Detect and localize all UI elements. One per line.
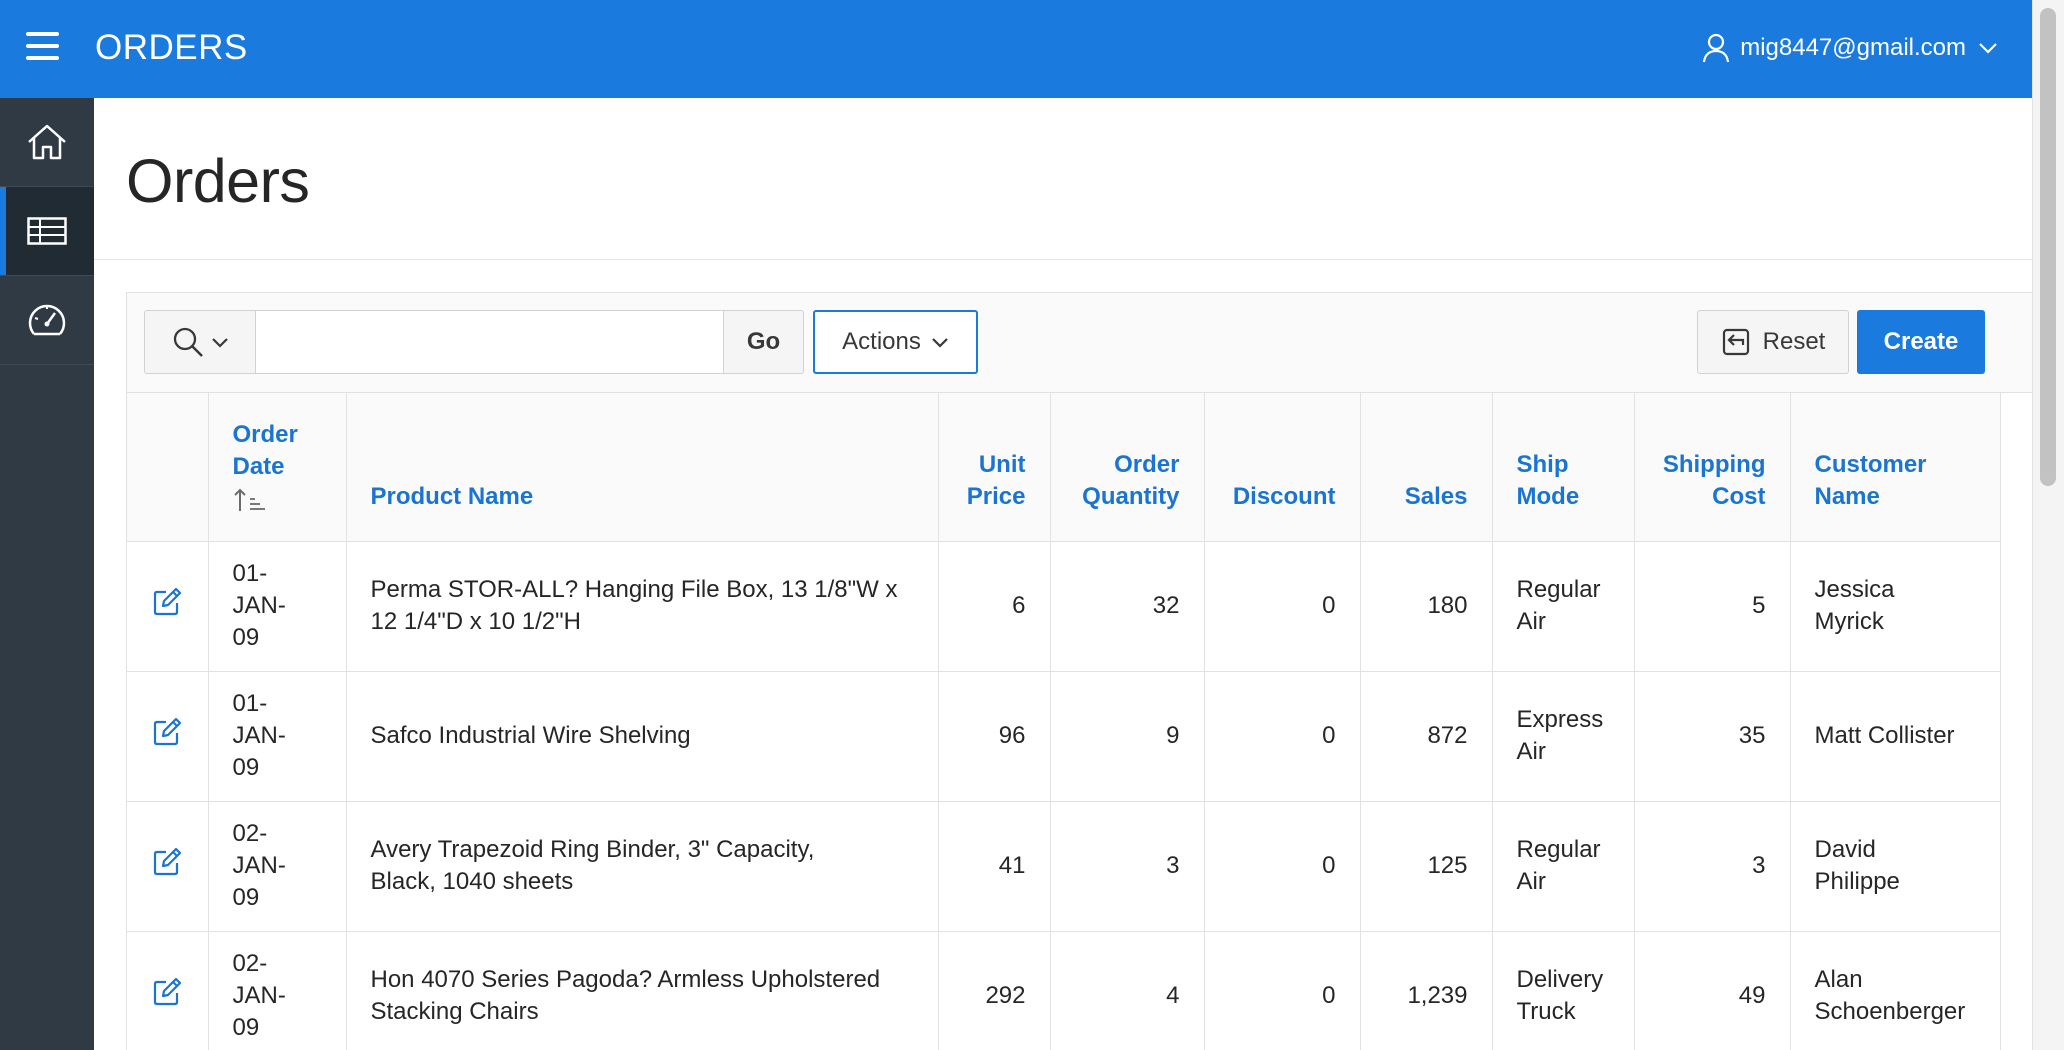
dashboard-gauge-icon [28,304,66,336]
actions-menu-button[interactable]: Actions [813,310,978,374]
nav-item-dashboard[interactable] [0,276,94,365]
ship-mode-cell: Delivery Truck [1492,931,1635,1050]
sales-cell: 180 [1360,541,1493,672]
edit-pencil-icon [154,977,182,1005]
interactive-report: Go Actions Reset Create Order Date Produ… [126,292,2064,1050]
column-header-ship-mode[interactable]: Ship Mode [1492,393,1635,542]
ship-mode-cell: Regular Air [1492,801,1635,932]
table-row: 01- JAN- 09 Perma STOR-ALL? Hanging File B… [127,541,2001,672]
sales-cell: 125 [1360,801,1493,932]
product-name-cell: Safco Industrial Wire Shelving [346,671,939,802]
user-icon [1703,33,1730,63]
order-date-cell: 02- JAN- 09 [208,931,347,1050]
order-quantity-cell: 32 [1050,541,1205,672]
column-header-order-quantity[interactable]: Order Quantity [1050,393,1205,542]
orders-table: Order Date Product Name Unit Price Order… [127,393,2001,1050]
reset-icon [1722,328,1749,356]
unit-price-cell: 41 [938,801,1051,932]
table-icon [27,217,67,245]
table-header-row: Order Date Product Name Unit Price Order… [127,393,2001,542]
unit-price-cell: 6 [938,541,1051,672]
ship-mode-cell: Express Air [1492,671,1635,802]
sales-cell: 872 [1360,671,1493,802]
order-quantity-cell: 3 [1050,801,1205,932]
column-header-sales[interactable]: Sales [1360,393,1493,542]
order-date-cell: 01- JAN- 09 [208,671,347,802]
reset-label: Reset [1762,328,1826,355]
go-button[interactable]: Go [724,310,804,374]
order-date-cell: 01- JAN- 09 [208,541,347,672]
app-title[interactable]: ORDERS [95,28,248,68]
table-row: 02- JAN- 09 Hon 4070 Series Pagoda? Armles… [127,931,2001,1050]
edit-pencil-icon [154,587,182,615]
page-title: Orders [126,147,310,215]
create-button[interactable]: Create [1857,310,1985,374]
search-group: Go [144,310,804,374]
edit-cell [127,541,209,672]
page-scrollbar-thumb[interactable] [2040,8,2056,486]
order-quantity-cell: 9 [1050,671,1205,802]
edit-pencil-icon [154,717,182,745]
shipping-cost-cell: 3 [1634,801,1791,932]
customer-name-cell: Matt Collister [1790,671,2001,802]
edit-pencil-icon [154,847,182,875]
sales-cell: 1,239 [1360,931,1493,1050]
customer-name-cell: Alan Schoenberger [1790,931,2001,1050]
column-header-order-date[interactable]: Order Date [208,393,347,542]
column-header-customer-name[interactable]: Customer Name [1790,393,2001,542]
unit-price-cell: 96 [938,671,1051,802]
shipping-cost-cell: 35 [1634,671,1791,802]
chevron-down-icon [932,337,948,348]
customer-name-cell: David Philippe [1790,801,2001,932]
user-email: mig8447@gmail.com [1740,34,1966,61]
product-name-cell: Hon 4070 Series Pagoda? Armless Upholste… [346,931,939,1050]
chevron-down-icon [212,337,228,348]
order-date-cell: 02- JAN- 09 [208,801,347,932]
column-header-product-name[interactable]: Product Name [346,393,939,542]
order-quantity-cell: 4 [1050,931,1205,1050]
shipping-cost-cell: 49 [1634,931,1791,1050]
column-header-shipping-cost[interactable]: Shipping Cost [1634,393,1791,542]
product-name-cell: Perma STOR-ALL? Hanging File Box, 13 1/8… [346,541,939,672]
column-header-edit [127,393,209,542]
edit-row-link[interactable] [152,717,182,756]
chevron-down-icon [1979,43,1997,54]
top-app-bar: ORDERS mig8447@gmail.com [0,0,2032,98]
search-input[interactable] [256,310,724,374]
column-header-discount[interactable]: Discount [1204,393,1361,542]
discount-cell: 0 [1204,671,1361,802]
page-title-region: Orders [94,98,2032,260]
edit-row-link[interactable] [152,977,182,1016]
edit-cell [127,931,209,1050]
search-column-button[interactable] [144,310,256,374]
edit-cell [127,671,209,802]
edit-row-link[interactable] [152,847,182,886]
search-icon [173,327,203,357]
home-icon [28,124,66,160]
actions-label: Actions [842,328,921,355]
sort-ascending-icon [233,488,265,511]
discount-cell: 0 [1204,541,1361,672]
table-row: 01- JAN- 09 Safco Industrial Wire Shelving… [127,671,2001,802]
column-header-unit-price[interactable]: Unit Price [938,393,1051,542]
reset-button[interactable]: Reset [1697,310,1849,374]
edit-cell [127,801,209,932]
table-row: 02- JAN- 09 Avery Trapezoid Ring Binder, 3… [127,801,2001,932]
unit-price-cell: 292 [938,931,1051,1050]
nav-item-home[interactable] [0,98,94,187]
edit-row-link[interactable] [152,587,182,626]
user-menu[interactable]: mig8447@gmail.com [1702,33,1998,63]
ship-mode-cell: Regular Air [1492,541,1635,672]
report-toolbar: Go Actions Reset Create [127,293,2064,393]
discount-cell: 0 [1204,801,1361,932]
discount-cell: 0 [1204,931,1361,1050]
product-name-cell: Avery Trapezoid Ring Binder, 3" Capacity… [346,801,939,932]
hamburger-menu-icon[interactable] [26,32,66,66]
shipping-cost-cell: 5 [1634,541,1791,672]
customer-name-cell: Jessica Myrick [1790,541,2001,672]
nav-item-orders[interactable] [0,187,94,276]
side-navigation [0,98,94,1050]
